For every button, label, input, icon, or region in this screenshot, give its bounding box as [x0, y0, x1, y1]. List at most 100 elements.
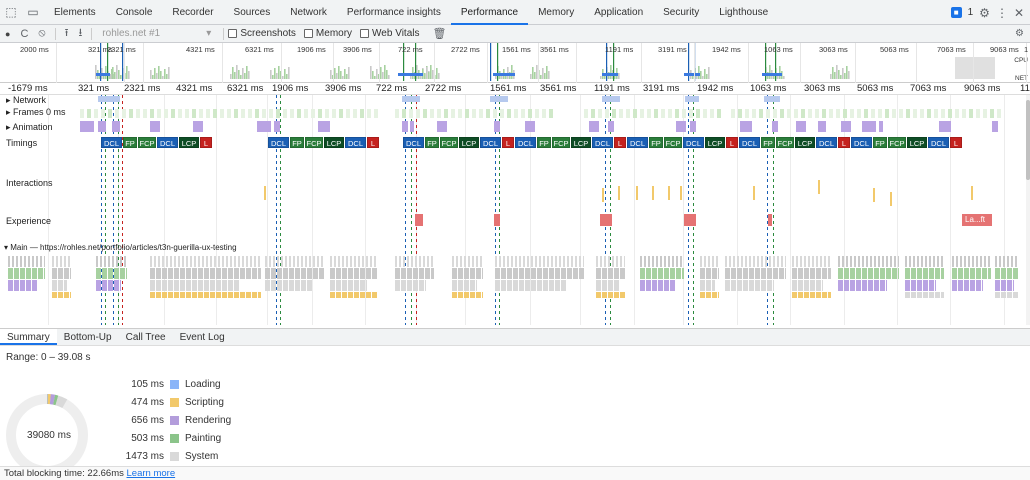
learn-more-link[interactable]: Learn more: [127, 468, 176, 479]
frame[interactable]: [773, 109, 777, 118]
timing-marker-lcp[interactable]: LCP: [571, 137, 591, 148]
animation-block[interactable]: [676, 121, 686, 132]
flame-chart-block[interactable]: [737, 268, 742, 279]
flame-chart-block[interactable]: [640, 280, 645, 291]
flame-chart-block[interactable]: [941, 256, 943, 267]
timing-marker-dcl[interactable]: DCL: [101, 137, 122, 148]
frame[interactable]: [185, 109, 189, 118]
flame-chart-block[interactable]: [596, 292, 601, 298]
flame-chart-block[interactable]: [228, 280, 233, 291]
flame-chart-block[interactable]: [20, 268, 25, 279]
frame[interactable]: [136, 109, 140, 118]
frame[interactable]: [535, 109, 539, 118]
flame-chart-block[interactable]: [168, 268, 173, 279]
flame-chart-block[interactable]: [676, 256, 678, 267]
frame[interactable]: [248, 109, 252, 118]
flame-chart-block[interactable]: [988, 256, 990, 267]
flame-chart-block[interactable]: [20, 256, 22, 267]
frame[interactable]: [647, 109, 651, 118]
flame-chart-block[interactable]: [503, 256, 505, 267]
flame-chart-block[interactable]: [729, 256, 731, 267]
frame[interactable]: [787, 109, 791, 118]
flame-chart-block[interactable]: [403, 256, 405, 267]
flame-chart-block[interactable]: [126, 268, 127, 279]
flame-chart-block[interactable]: [878, 256, 880, 267]
animation-block[interactable]: [796, 121, 806, 132]
flame-chart-block[interactable]: [407, 256, 409, 267]
flame-chart-block[interactable]: [366, 256, 368, 267]
frame[interactable]: [157, 109, 161, 118]
flame-chart-block[interactable]: [20, 280, 25, 291]
flame-chart-block[interactable]: [358, 256, 360, 267]
flame-chart-block[interactable]: [252, 292, 257, 298]
flame-chart-block[interactable]: [579, 268, 584, 279]
flame-chart-block[interactable]: [620, 292, 625, 298]
flame-chart-block[interactable]: [668, 256, 670, 267]
animation-block[interactable]: [879, 121, 883, 132]
flame-chart-block[interactable]: [828, 256, 830, 267]
flame-chart-block[interactable]: [108, 256, 110, 267]
timing-marker-l[interactable]: L: [726, 137, 738, 148]
flame-chart-block[interactable]: [180, 268, 185, 279]
flame-chart-block[interactable]: [460, 256, 462, 267]
flame-chart-block[interactable]: [937, 256, 939, 267]
flame-chart-block[interactable]: [58, 292, 63, 298]
frame[interactable]: [843, 109, 847, 118]
flame-chart-block[interactable]: [531, 280, 536, 291]
frame[interactable]: [906, 109, 910, 118]
frame[interactable]: [430, 109, 434, 118]
flame-chart-block[interactable]: [174, 256, 176, 267]
flame-chart-block[interactable]: [718, 268, 719, 279]
flame-chart-block[interactable]: [515, 256, 517, 267]
tab-console[interactable]: Console: [106, 0, 163, 25]
frame[interactable]: [934, 109, 938, 118]
flame-chart-block[interactable]: [58, 268, 63, 279]
frame[interactable]: [549, 109, 553, 118]
flame-chart-block[interactable]: [458, 280, 463, 291]
flame-chart-block[interactable]: [501, 268, 506, 279]
flame-chart-block[interactable]: [682, 268, 684, 279]
frame[interactable]: [290, 109, 294, 118]
timing-marker-dcl[interactable]: DCL: [403, 137, 424, 148]
frame[interactable]: [234, 109, 238, 118]
flame-chart-block[interactable]: [162, 268, 167, 279]
flame-chart-block[interactable]: [427, 256, 429, 267]
interaction-event[interactable]: [818, 180, 820, 194]
frame[interactable]: [703, 109, 707, 118]
frame[interactable]: [122, 109, 126, 118]
flame-chart-block[interactable]: [929, 280, 934, 291]
frame[interactable]: [451, 109, 455, 118]
layout-shift-block[interactable]: [600, 214, 612, 226]
flame-chart-block[interactable]: [561, 268, 566, 279]
flame-chart-block[interactable]: [476, 256, 478, 267]
frame[interactable]: [465, 109, 469, 118]
flame-chart-block[interactable]: [956, 256, 958, 267]
layout-shift-block[interactable]: [494, 214, 500, 226]
flame-chart-block[interactable]: [743, 280, 748, 291]
flame-chart-block[interactable]: [354, 268, 359, 279]
flame-chart-block[interactable]: [14, 268, 19, 279]
flame-chart-block[interactable]: [24, 256, 26, 267]
flame-chart-block[interactable]: [828, 292, 831, 298]
frame[interactable]: [367, 109, 371, 118]
flame-chart-block[interactable]: [700, 280, 705, 291]
timing-marker-lcp[interactable]: LCP: [705, 137, 725, 148]
flame-chart-block[interactable]: [228, 268, 233, 279]
flame-chart-block[interactable]: [301, 280, 306, 291]
frame[interactable]: [661, 109, 665, 118]
frames-track-label[interactable]: ▸ Frames 0 ms: [6, 107, 66, 118]
flame-chart-block[interactable]: [854, 256, 856, 267]
flame-chart-block[interactable]: [670, 268, 675, 279]
timing-marker-l[interactable]: L: [200, 137, 212, 148]
flame-chart-block[interactable]: [838, 268, 843, 279]
flame-chart-block[interactable]: [573, 268, 578, 279]
frame[interactable]: [612, 109, 616, 118]
flame-chart-block[interactable]: [198, 268, 203, 279]
flame-chart-block[interactable]: [360, 268, 365, 279]
layout-shift-block[interactable]: [768, 214, 772, 226]
flame-chart-block[interactable]: [706, 292, 711, 298]
frame[interactable]: [227, 109, 231, 118]
flame-chart-block[interactable]: [543, 280, 548, 291]
flame-chart-block[interactable]: [401, 280, 406, 291]
flame-chart-block[interactable]: [495, 280, 500, 291]
